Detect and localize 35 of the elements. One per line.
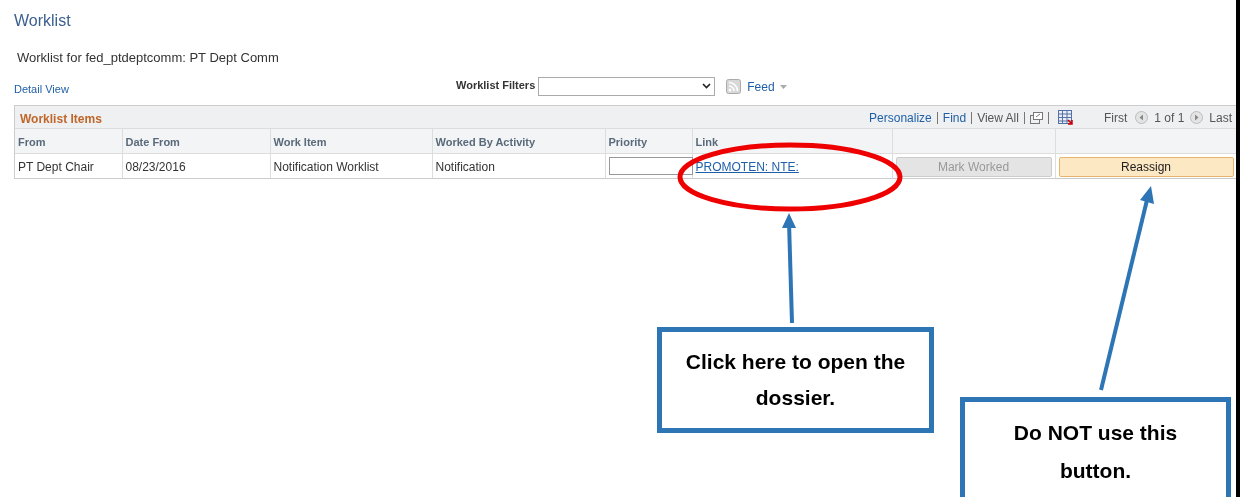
callout-text: Click here to open the dossier. [684, 349, 907, 411]
spreadsheet-icon[interactable] [1057, 110, 1073, 125]
next-icon[interactable] [1190, 111, 1204, 124]
column-header: From [18, 135, 46, 148]
priority-field[interactable] [608, 156, 693, 175]
new-window-icon[interactable] [1029, 111, 1043, 124]
toolbar-link[interactable]: View All [977, 108, 1019, 127]
column-header: Link [695, 135, 719, 148]
table-cell: Notification Worklist [273, 159, 379, 174]
chevron-down-icon [702, 83, 712, 89]
feed-link[interactable]: Feed [747, 77, 787, 96]
callout-text: Do NOT use this button. [1012, 420, 1179, 484]
first-label: First [1103, 109, 1128, 127]
dossier-link[interactable]: PROMOTEN: NTE: [695, 159, 799, 174]
column-header: Date From [125, 135, 180, 148]
last-label: Last [1209, 109, 1232, 127]
previous-icon[interactable] [1135, 111, 1149, 124]
table-cell: 08/23/2016 [125, 159, 186, 174]
column-header: Worked By Activity [435, 135, 536, 148]
grid-title: Worklist Items [20, 110, 102, 128]
page-subtitle: Worklist for fed_ptdeptcomm: PT Dept Comm [17, 49, 279, 67]
table-cell: Notification [435, 159, 495, 174]
column-header: Priority [608, 135, 647, 148]
page-title: Worklist [14, 11, 71, 31]
rss-icon [726, 78, 742, 94]
toolbar-link[interactable]: Find [942, 108, 967, 127]
detail-view-link[interactable]: Detail View [14, 81, 456, 98]
table-cell: PT Dept Chair [18, 159, 94, 174]
toolbar-link[interactable]: Personalize [869, 108, 932, 127]
page-count: 1 of 1 [1154, 109, 1185, 127]
column-header: Work Item [273, 135, 327, 148]
filters-select[interactable] [538, 76, 716, 96]
filters-label: Worklist Filters [456, 78, 536, 93]
caret-icon [779, 84, 787, 89]
reassign-button[interactable]: Reassign [1058, 156, 1234, 177]
